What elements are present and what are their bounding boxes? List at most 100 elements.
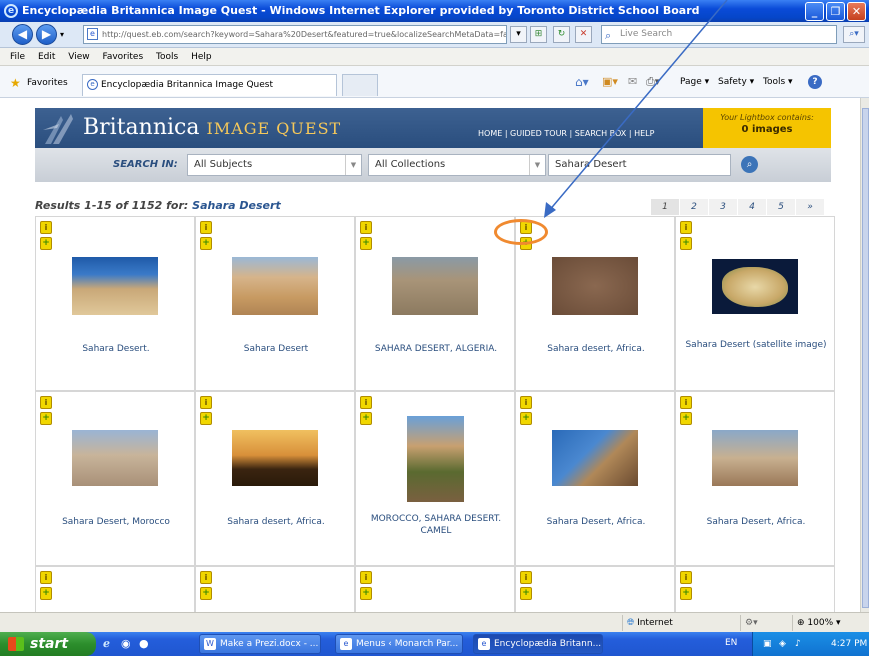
result-thumbnail[interactable] bbox=[552, 257, 638, 315]
add-to-lightbox-icon[interactable]: + bbox=[40, 237, 52, 250]
menu-tools[interactable]: Tools bbox=[156, 52, 178, 62]
taskbar-item-ie-britannica[interactable]: e Encyclopædia Britann... bbox=[473, 634, 603, 654]
zoom-control[interactable]: ⊕ 100% ▾ bbox=[792, 615, 867, 631]
add-to-lightbox-icon[interactable]: + bbox=[40, 412, 52, 425]
brand-logo[interactable]: Britannica IMAGE QUEST bbox=[83, 114, 341, 143]
result-thumbnail[interactable] bbox=[712, 259, 798, 314]
add-to-lightbox-icon[interactable]: + bbox=[680, 412, 692, 425]
mail-icon[interactable]: ✉ bbox=[628, 75, 637, 88]
help-icon[interactable]: ? bbox=[808, 75, 822, 89]
result-thumbnail[interactable] bbox=[232, 430, 318, 486]
add-to-lightbox-icon[interactable]: + bbox=[680, 237, 692, 250]
page-link-1[interactable]: 1 bbox=[650, 199, 679, 215]
result-caption[interactable]: Sahara Desert, Morocco bbox=[42, 516, 190, 528]
home-icon[interactable]: ⌂▾ bbox=[575, 75, 589, 89]
result-thumbnail[interactable] bbox=[392, 257, 478, 315]
minimize-button[interactable]: _ bbox=[805, 2, 824, 21]
info-icon[interactable]: i bbox=[360, 571, 372, 584]
info-icon[interactable]: i bbox=[40, 571, 52, 584]
info-icon[interactable]: i bbox=[200, 396, 212, 409]
add-to-lightbox-icon[interactable]: + bbox=[200, 237, 212, 250]
search-go-button[interactable]: ⌕▾ bbox=[843, 26, 865, 43]
address-dropdown-button[interactable]: ▾ bbox=[510, 26, 527, 43]
info-icon[interactable]: i bbox=[200, 221, 212, 234]
menu-view[interactable]: View bbox=[68, 52, 89, 62]
maximize-button[interactable]: ❐ bbox=[826, 2, 845, 21]
result-caption[interactable]: Sahara desert, Africa. bbox=[202, 516, 350, 528]
page-link-5[interactable]: 5 bbox=[766, 199, 795, 215]
add-to-lightbox-icon[interactable]: + bbox=[200, 412, 212, 425]
refresh-icon[interactable]: ↻ bbox=[553, 26, 570, 43]
network-icon[interactable]: ▣ bbox=[763, 632, 772, 656]
add-to-lightbox-icon[interactable]: + bbox=[520, 412, 532, 425]
search-submit-button[interactable]: ⌕ bbox=[741, 156, 758, 173]
page-menu[interactable]: Page ▾ bbox=[680, 77, 709, 87]
page-next-link[interactable]: » bbox=[795, 199, 824, 215]
address-bar[interactable]: e http://quest.eb.com/search?keyword=Sah… bbox=[83, 25, 507, 44]
result-caption[interactable]: Sahara Desert. bbox=[42, 343, 190, 355]
result-caption[interactable]: Sahara Desert, Africa. bbox=[682, 516, 830, 528]
new-tab-button[interactable] bbox=[342, 74, 378, 96]
add-to-lightbox-icon[interactable]: + bbox=[200, 587, 212, 600]
result-thumbnail[interactable] bbox=[712, 430, 798, 486]
info-icon[interactable]: i bbox=[40, 221, 52, 234]
start-button[interactable]: start bbox=[0, 632, 96, 656]
desktop-quicklaunch-icon[interactable]: ◉ bbox=[121, 637, 131, 650]
info-icon[interactable]: i bbox=[680, 571, 692, 584]
print-icon[interactable]: ⎙▾ bbox=[646, 75, 660, 89]
result-caption[interactable]: MOROCCO, SAHARA DESERT. CAMEL bbox=[362, 513, 510, 537]
keyword-input[interactable]: Sahara Desert bbox=[548, 154, 731, 176]
info-icon[interactable]: i bbox=[680, 396, 692, 409]
result-thumbnail[interactable] bbox=[72, 257, 158, 315]
taskbar-item-word[interactable]: W Make a Prezi.docx - ... bbox=[199, 634, 321, 654]
forward-button[interactable]: ▶ bbox=[36, 24, 57, 45]
browser-tab-active[interactable]: e Encyclopædia Britannica Image Quest bbox=[82, 74, 337, 96]
vertical-scrollbar[interactable] bbox=[860, 98, 869, 612]
page-link-4[interactable]: 4 bbox=[737, 199, 766, 215]
menu-favorites[interactable]: Favorites bbox=[102, 52, 143, 62]
security-shield-icon[interactable]: ◈ bbox=[779, 632, 786, 656]
stop-icon[interactable]: ✕ bbox=[575, 26, 592, 43]
feeds-icon[interactable]: ▣▾ bbox=[602, 75, 618, 88]
info-icon[interactable]: i bbox=[200, 571, 212, 584]
live-search-input[interactable]: ⌕ Live Search bbox=[601, 25, 837, 44]
add-to-lightbox-icon[interactable]: + bbox=[520, 587, 532, 600]
taskbar-item-ie-menus[interactable]: e Menus ‹ Monarch Par... bbox=[335, 634, 463, 654]
back-button[interactable]: ◀ bbox=[12, 24, 33, 45]
scrollbar-thumb[interactable] bbox=[862, 108, 869, 608]
protected-mode-icon[interactable]: ⚙▾ bbox=[740, 615, 788, 631]
page-link-2[interactable]: 2 bbox=[679, 199, 708, 215]
clock[interactable]: 4:27 PM bbox=[831, 632, 867, 656]
safety-menu[interactable]: Safety ▾ bbox=[718, 77, 754, 87]
add-to-lightbox-icon[interactable]: + bbox=[680, 587, 692, 600]
info-icon[interactable]: i bbox=[40, 396, 52, 409]
info-icon[interactable]: i bbox=[520, 571, 532, 584]
lightbox-panel[interactable]: Your Lightbox contains: 0 images bbox=[703, 108, 831, 148]
subjects-select[interactable]: All Subjects ▼ bbox=[187, 154, 362, 176]
result-thumbnail[interactable] bbox=[407, 416, 464, 502]
result-caption[interactable]: Sahara Desert (satellite image) bbox=[682, 339, 830, 351]
tools-menu[interactable]: Tools ▾ bbox=[763, 77, 793, 87]
menu-edit[interactable]: Edit bbox=[38, 52, 55, 62]
add-to-lightbox-icon[interactable]: + bbox=[360, 412, 372, 425]
menu-file[interactable]: File bbox=[10, 52, 25, 62]
info-icon[interactable]: i bbox=[680, 221, 692, 234]
favorites-button[interactable]: Favorites bbox=[27, 78, 68, 88]
result-caption[interactable]: Sahara Desert bbox=[202, 343, 350, 355]
info-icon[interactable]: i bbox=[360, 221, 372, 234]
language-indicator[interactable]: EN bbox=[725, 638, 737, 648]
result-caption[interactable]: Sahara Desert, Africa. bbox=[522, 516, 670, 528]
add-to-lightbox-icon[interactable]: + bbox=[360, 237, 372, 250]
ie-quicklaunch-icon[interactable]: ℯ bbox=[103, 637, 110, 650]
site-nav-links[interactable]: HOME | GUIDED TOUR | SEARCH BOX | HELP bbox=[478, 129, 654, 138]
page-link-3[interactable]: 3 bbox=[708, 199, 737, 215]
result-caption[interactable]: SAHARA DESERT, ALGERIA. bbox=[362, 343, 510, 355]
media-quicklaunch-icon[interactable]: ● bbox=[139, 637, 149, 650]
add-to-lightbox-icon[interactable]: + bbox=[40, 587, 52, 600]
security-zone[interactable]: 🌐︎ Internet bbox=[622, 615, 736, 631]
menu-help[interactable]: Help bbox=[191, 52, 212, 62]
info-icon[interactable]: i bbox=[520, 396, 532, 409]
collections-select[interactable]: All Collections ▼ bbox=[368, 154, 546, 176]
compatibility-icon[interactable]: ⊞ bbox=[530, 26, 547, 43]
nav-dropdown-icon[interactable]: ▾ bbox=[60, 30, 64, 39]
